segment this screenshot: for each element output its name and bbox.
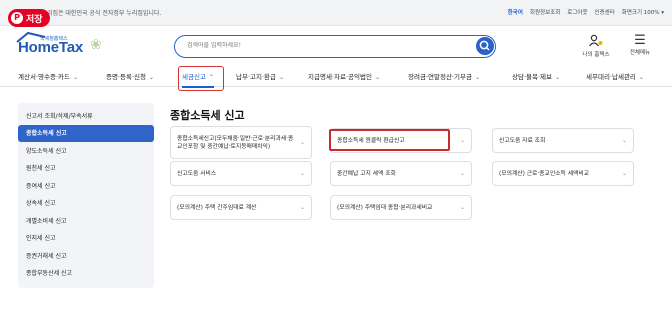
pinterest-save-button[interactable]: P 저장 [8,9,50,27]
card-labor-religious-compare[interactable]: (모의계산) 근로·종교인소득 세액비교 ⌄ [492,161,634,186]
full-menu-button[interactable]: ☰ 전체메뉴 [622,33,658,57]
sidebar-item-gift-tax[interactable]: 증여세 신고 [18,178,154,195]
utility-bar: 이 누리집은 대한민국 공식 전자정부 누리집입니다. 한국어 회원정보조회 로… [0,0,672,26]
chevron-down-icon: ⌄ [374,74,380,81]
member-info-link[interactable]: 회원정보조회 [530,8,560,16]
chevron-down-icon: ⌄ [474,74,480,81]
search-icon [479,40,490,51]
chevron-down-icon: ⌄ [299,203,305,211]
sidebar-item-return-lookup[interactable]: 신고서 조회/삭제/부속서류 [18,108,154,125]
card-label: (모의계산) 주택 간주임대료 계산 [177,204,257,211]
language-link[interactable]: 한국어 [508,8,523,16]
sidebar-item-capital-gains[interactable]: 양도소득세 신고 [18,143,154,160]
my-hometax-button[interactable]: 나의 홈택스 [578,34,614,58]
chevron-down-icon: ⌄ [621,169,627,177]
nav-item-tax-agent[interactable]: 세무대리·납세관리 ⌄ [586,71,644,81]
search-button[interactable] [476,37,494,55]
card-rental-tax-compare[interactable]: (모의계산) 주택임대 종합·분리과세비교 ⌄ [330,195,472,220]
sidebar-item-withholding[interactable]: 원천세 신고 [18,160,154,177]
sidebar-item-securities-tax[interactable]: 증권거래세 신고 [18,248,154,265]
chevron-down-icon: ⌄ [299,138,305,146]
chevron-down-icon: ⌄ [279,74,285,81]
nav-item-statements[interactable]: 지급명세·자료·공익법인 ⌄ [308,71,380,81]
card-income-tax-filing[interactable]: 종합소득세신고(모두채움·일반·근로·분리과세·종교인포함 및 중간예납·토지등… [170,126,312,159]
nav-item-certificates[interactable]: 증명·등록·신청 ⌄ [106,71,154,81]
chevron-down-icon: ⌄ [638,74,644,81]
card-filing-help-service[interactable]: 신고도움 서비스 ⌄ [170,161,312,186]
card-label: (모의계산) 근로·종교인소득 세액비교 [499,170,590,177]
card-label: (모의계산) 주택임대 종합·분리과세비교 [337,204,433,211]
cert-center-link[interactable]: 인증센터 [595,8,615,16]
sidebar-item-income-tax[interactable]: 종합소득세 신고 [18,125,154,142]
logout-link[interactable]: 로그아웃 [567,8,587,16]
card-label: 신고도움 서비스 [177,170,217,177]
person-bell-icon [589,34,603,47]
card-filing-help-data[interactable]: 신고도움 자료 조회 ⌄ [492,128,634,153]
card-interim-notice-lookup[interactable]: 중간예납 고지 세액 조회 ⌄ [330,161,472,186]
chevron-down-icon: ⌄ [555,74,561,81]
save-label: 저장 [26,14,43,25]
sidebar-item-property-tax[interactable]: 종합부동산세 신고 [18,265,154,282]
card-label: 중간예납 고지 세액 조회 [337,170,396,177]
zoom-select[interactable]: 화면크기 100% ▾ [622,8,664,16]
chevron-down-icon: ⌄ [459,203,465,211]
nav-highlight-box [178,66,224,91]
sidebar: 신고서 조회/삭제/부속서류 종합소득세 신고 양도소득세 신고 원천세 신고 … [18,103,154,288]
pinterest-icon: P [11,12,23,24]
leaf-decoration-icon: ❀ [90,37,102,53]
nav-item-payment[interactable]: 납부·고지·환급 ⌄ [236,71,284,81]
card-deemed-rent-calc[interactable]: (모의계산) 주택 간주임대료 계산 ⌄ [170,195,312,220]
sidebar-item-excise-tax[interactable]: 개별소비세 신고 [18,213,154,230]
chevron-down-icon: ⌄ [72,74,79,81]
sidebar-item-stamp-tax[interactable]: 인지세 신고 [18,230,154,247]
card-label: 종합소득세신고(모두채움·일반·근로·분리과세·종교인포함 및 중간예납·토지등… [177,135,294,150]
search-bar [174,35,496,58]
gov-notice: 이 누리집은 대한민국 공식 전자정부 누리집입니다. [34,10,162,17]
chevron-down-icon: ⌄ [149,74,155,81]
utility-links: 한국어 회원정보조회 로그아웃 인증센터 화면크기 100% ▾ [508,8,664,16]
full-menu-label: 전체메뉴 [629,50,651,56]
sidebar-item-inheritance-tax[interactable]: 상속세 신고 [18,195,154,212]
chevron-down-icon: ⌄ [621,136,627,144]
main-nav: 계산서·영수증·카드 ⌄ 증명·등록·신청 ⌄ 세금신고 ⌃ 납부·고지·환급 ⌄ 지급… [0,65,672,88]
chevron-down-icon: ⌄ [299,169,305,177]
nav-item-consulting[interactable]: 상담·불복·제보 ⌄ [512,71,560,81]
my-hometax-label: 나의 홈택스 [582,52,610,58]
hometax-logo[interactable]: HomeTax [18,39,83,56]
nav-item-incentives[interactable]: 장려금·연말정산·기부금 ⌄ [408,71,480,81]
page-title: 종합소득세 신고 [170,109,245,122]
menu-icon: ☰ [634,33,646,48]
chevron-down-icon: ⌄ [459,169,465,177]
chevron-down-icon: ⌄ [459,136,465,144]
search-input[interactable] [187,42,457,49]
highlight-box [329,129,450,151]
nav-item-invoices[interactable]: 계산서·영수증·카드 ⌄ [18,71,78,81]
card-label: 신고도움 자료 조회 [499,137,546,144]
